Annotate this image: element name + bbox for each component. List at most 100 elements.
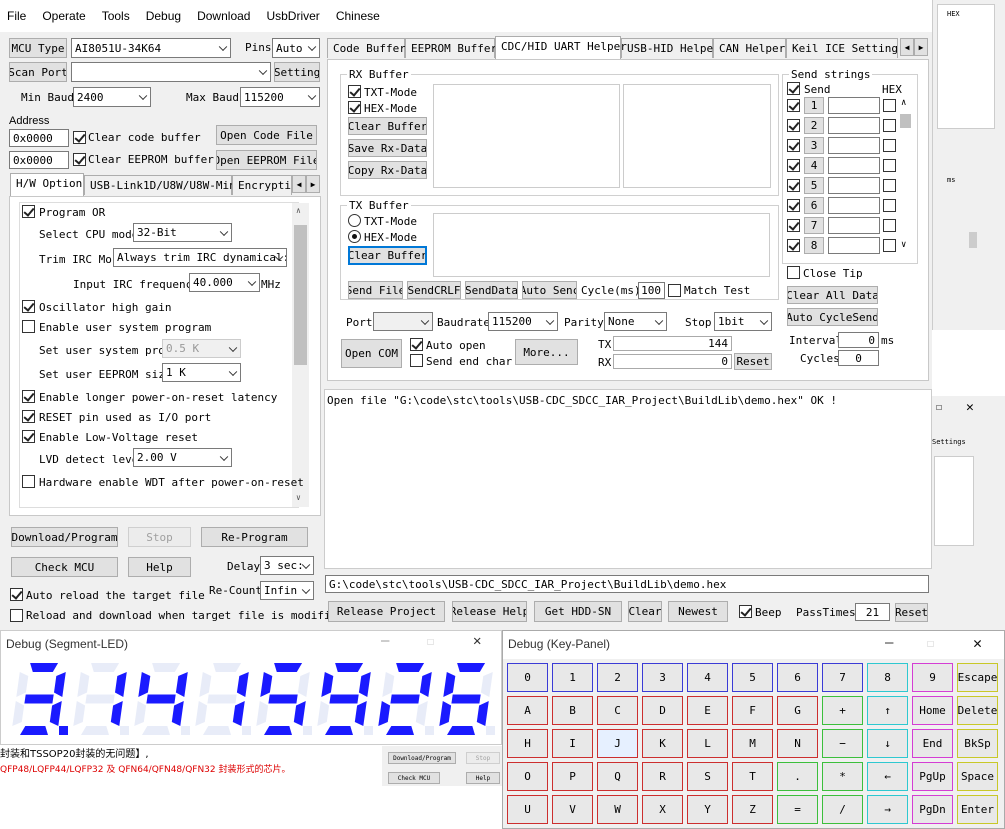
cycle-input[interactable]: 100 (638, 282, 665, 299)
send-row-button[interactable]: 8 (804, 237, 824, 254)
key-button[interactable]: T (732, 762, 773, 791)
help-button[interactable]: Help (128, 557, 191, 577)
cycles-input[interactable]: 0 (838, 350, 879, 366)
menu-tools[interactable]: Tools (102, 9, 130, 23)
send-row-button[interactable]: 4 (804, 157, 824, 174)
key-button[interactable]: X (642, 795, 683, 824)
irc-freq-select[interactable]: 40.000 (189, 273, 260, 292)
send-row-checkbox[interactable] (787, 239, 800, 252)
seg-maximize-icon[interactable]: ☐ (427, 634, 434, 648)
send-row-input[interactable] (828, 177, 880, 194)
key-button[interactable]: 5 (732, 663, 773, 692)
key-button[interactable]: = (777, 795, 818, 824)
reprogram-button[interactable]: Re-Program (201, 527, 308, 547)
key-button[interactable]: + (822, 696, 863, 725)
key-button[interactable]: 9 (912, 663, 953, 692)
key-button[interactable]: 4 (687, 663, 728, 692)
address-eeprom-input[interactable]: 0x0000 (9, 151, 69, 169)
open-eeprom-file-button[interactable]: Open EEPROM File (216, 150, 317, 170)
key-button[interactable]: I (552, 729, 593, 758)
send-row-checkbox[interactable] (787, 199, 800, 212)
send-crlf-button[interactable]: SendCRLF (407, 281, 461, 299)
max-baud-select[interactable]: 115200 (240, 87, 320, 107)
key-button[interactable]: Space (957, 762, 998, 791)
key-button[interactable]: V (552, 795, 593, 824)
reset-count-button[interactable]: Reset (734, 353, 772, 370)
enable-user-checkbox[interactable] (22, 320, 35, 333)
com-port-select[interactable] (373, 312, 433, 331)
reset-passtimes-button[interactable]: Reset (895, 603, 928, 622)
send-row-button[interactable]: 3 (804, 137, 824, 154)
key-button[interactable]: W (597, 795, 638, 824)
menu-usbdriver[interactable]: UsbDriver (266, 9, 319, 23)
key-button[interactable]: S (687, 762, 728, 791)
right-tab-scroll-left[interactable]: ◀ (900, 38, 914, 56)
set-user-eeprom-select[interactable]: 1 K (162, 363, 241, 382)
clear-eeprom-checkbox[interactable] (73, 153, 86, 166)
stop-button[interactable]: Stop (128, 527, 191, 547)
tx-text-area[interactable] (433, 213, 770, 277)
key-button[interactable]: M (732, 729, 773, 758)
key-button[interactable]: B (552, 696, 593, 725)
send-row-input[interactable] (828, 97, 880, 114)
beep-checkbox[interactable] (739, 605, 752, 618)
send-row-hex-checkbox[interactable] (883, 119, 896, 132)
more-button[interactable]: More... (515, 339, 578, 365)
send-row-button[interactable]: 7 (804, 217, 824, 234)
key-minimize-icon[interactable]: — (885, 635, 893, 651)
key-button[interactable]: PgUp (912, 762, 953, 791)
key-button[interactable]: Escape (957, 663, 998, 692)
key-button[interactable]: 1 (552, 663, 593, 692)
delay-select[interactable]: 3 sec: (260, 556, 314, 575)
stop-bits-select[interactable]: 1bit (714, 312, 772, 331)
key-button[interactable]: F (732, 696, 773, 725)
send-row-checkbox[interactable] (787, 119, 800, 132)
tab-usb-hid-helper[interactable]: USB-HID Helper (621, 38, 720, 58)
key-button[interactable]: A (507, 696, 548, 725)
key-button[interactable]: . (777, 762, 818, 791)
reset-io-checkbox[interactable] (22, 410, 35, 423)
hw-option-scrollbar[interactable]: ∧ ∨ (292, 203, 309, 507)
send-scroll-thumb[interactable] (900, 114, 911, 128)
send-row-hex-checkbox[interactable] (883, 239, 896, 252)
send-row-input[interactable] (828, 217, 880, 234)
rx-text-area[interactable] (433, 84, 620, 188)
key-button[interactable]: R (642, 762, 683, 791)
send-row-hex-checkbox[interactable] (883, 219, 896, 232)
key-maximize-icon[interactable]: ☐ (927, 636, 934, 650)
key-button[interactable]: 0 (507, 663, 548, 692)
key-button[interactable]: * (822, 762, 863, 791)
send-row-hex-checkbox[interactable] (883, 139, 896, 152)
auto-open-checkbox[interactable] (410, 338, 423, 351)
key-button[interactable]: Q (597, 762, 638, 791)
mcu-type-select[interactable]: AI8051U-34K64 (71, 38, 231, 58)
recount-select[interactable]: Infin (260, 581, 314, 600)
scroll-thumb[interactable] (294, 225, 307, 365)
key-button[interactable]: ↓ (867, 729, 908, 758)
key-button[interactable]: − (822, 729, 863, 758)
match-test-checkbox[interactable] (668, 284, 681, 297)
key-button[interactable]: Enter (957, 795, 998, 824)
key-button[interactable]: Z (732, 795, 773, 824)
tab-eeprom-buffer[interactable]: EEPROM Buffer (405, 38, 497, 58)
key-button[interactable]: N (777, 729, 818, 758)
interval-input[interactable]: 0 (838, 332, 879, 348)
key-button[interactable]: 3 (642, 663, 683, 692)
release-help-button[interactable]: Release Help (452, 601, 527, 622)
auto-reload-checkbox[interactable] (10, 588, 23, 601)
key-button[interactable]: 6 (777, 663, 818, 692)
hw-wdt-checkbox[interactable] (22, 475, 35, 488)
send-row-checkbox[interactable] (787, 179, 800, 192)
tab-cdc-hid-uart[interactable]: CDC/HID UART Helper (495, 36, 627, 59)
tab-encryption[interactable]: Encrypti (232, 175, 292, 195)
send-row-button[interactable]: 2 (804, 117, 824, 134)
save-rx-data-button[interactable]: Save Rx-Data (348, 139, 427, 157)
key-button[interactable]: G (777, 696, 818, 725)
tab-code-buffer[interactable]: Code Buffer (327, 38, 406, 58)
key-button[interactable]: O (507, 762, 548, 791)
port-select[interactable] (71, 62, 271, 82)
send-row-checkbox[interactable] (787, 219, 800, 232)
send-row-button[interactable]: 6 (804, 197, 824, 214)
send-row-checkbox[interactable] (787, 139, 800, 152)
low-voltage-checkbox[interactable] (22, 430, 35, 443)
